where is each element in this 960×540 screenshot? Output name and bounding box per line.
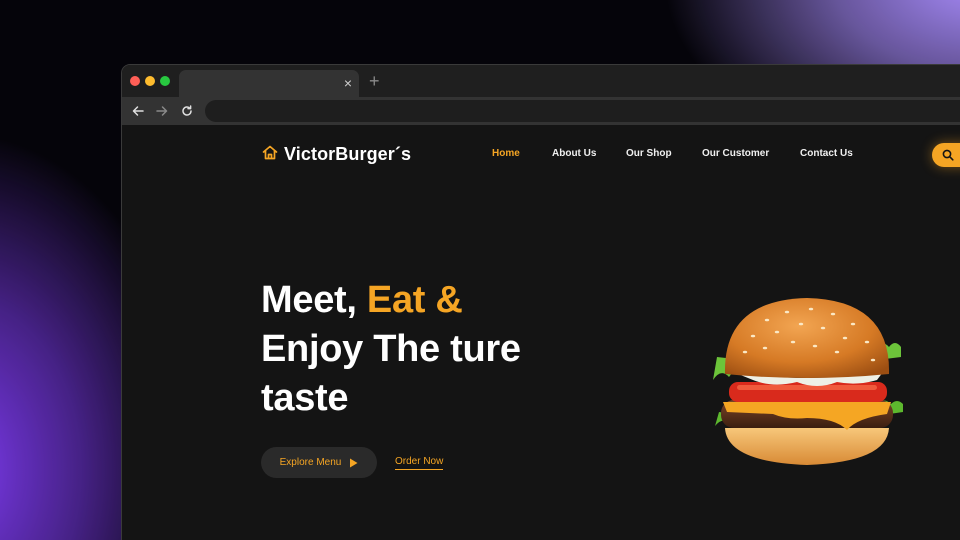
tab-close-icon[interactable]: × (344, 74, 352, 92)
tab-bar: × + (122, 65, 960, 97)
home-icon (262, 145, 278, 165)
website-page: VictorBurger´s Home About Us Our Shop Ou… (122, 125, 960, 540)
address-bar[interactable] (205, 100, 960, 122)
back-arrow-icon[interactable] (129, 102, 147, 120)
browser-window: × + VictorBurger´s Home About Us Our Sho… (121, 64, 960, 540)
explore-menu-label: Explore Menu (279, 457, 342, 468)
forward-arrow-icon[interactable] (153, 102, 171, 120)
headline-accent: Eat & (366, 279, 463, 321)
browser-toolbar (122, 97, 960, 125)
burger-image (713, 298, 903, 465)
headline-line-2: Enjoy The ture (261, 328, 521, 370)
headline-line-1: Meet, Eat & (261, 276, 521, 325)
browser-tab[interactable]: × (179, 70, 359, 97)
brand-name: VictorBurger´s (284, 144, 412, 164)
explore-menu-button[interactable]: Explore Menu (261, 447, 377, 478)
nav-our-customer[interactable]: Our Customer (702, 148, 769, 159)
reload-icon[interactable] (178, 102, 196, 120)
order-now-link[interactable]: Order Now (395, 456, 444, 470)
maximize-window-button[interactable] (160, 76, 170, 86)
nav-about-us[interactable]: About Us (552, 148, 596, 159)
search-button[interactable] (932, 143, 960, 167)
close-window-button[interactable] (130, 76, 140, 86)
headline-line-3: taste (261, 377, 349, 419)
site-logo[interactable]: VictorBurger´s (262, 144, 411, 165)
nav-our-shop[interactable]: Our Shop (626, 148, 672, 159)
minimize-window-button[interactable] (145, 76, 155, 86)
nav-contact-us[interactable]: Contact Us (800, 148, 853, 159)
hero-headline: Meet, Eat & Enjoy The ture taste (261, 276, 521, 423)
new-tab-icon[interactable]: + (369, 71, 380, 91)
headline-plain: Meet, (261, 279, 367, 321)
search-icon (942, 149, 954, 161)
play-icon (350, 458, 358, 467)
nav-home[interactable]: Home (492, 148, 520, 159)
